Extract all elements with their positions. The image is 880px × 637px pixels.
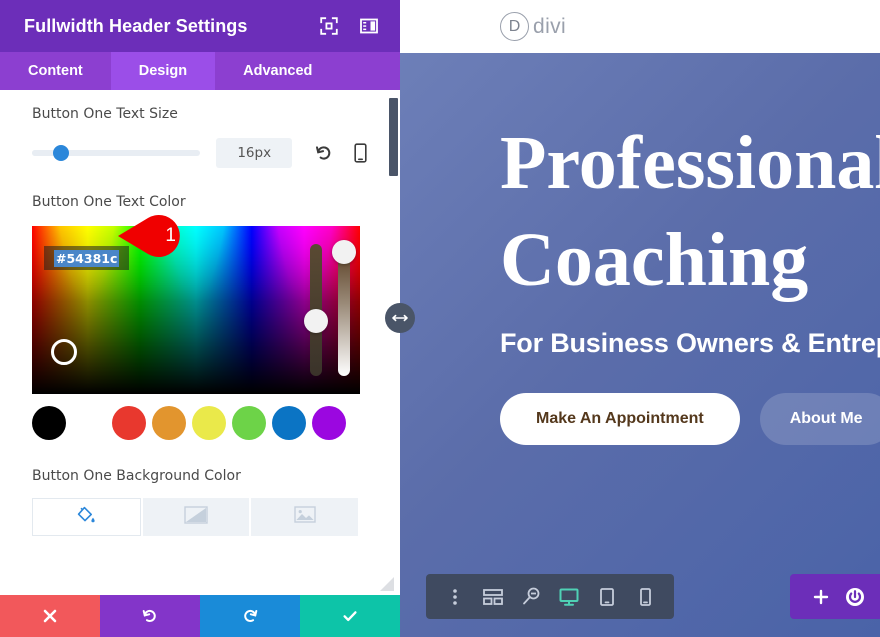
bgtab-gradient[interactable] (142, 498, 250, 536)
paint-bucket-icon (76, 505, 96, 530)
slider-thumb[interactable] (52, 145, 69, 161)
panel-tabs: Content Design Advanced (0, 52, 400, 90)
tab-content[interactable]: Content (0, 52, 111, 90)
hex-color-value: #54381c (54, 249, 120, 267)
hex-color-input[interactable]: #54381c (44, 246, 130, 270)
panel-resize-drag-handle[interactable] (385, 303, 415, 333)
color-picker-cursor[interactable] (51, 339, 77, 365)
cancel-button[interactable] (0, 595, 100, 637)
swatch-orange[interactable] (152, 406, 186, 440)
add-section-icon[interactable] (804, 574, 838, 619)
mobile-icon[interactable] (354, 143, 368, 163)
text-size-slider[interactable] (32, 145, 201, 161)
divi-mark-icon: D (500, 12, 529, 41)
hero-title-line-1: Professional (500, 121, 880, 205)
panel-scrollbar-thumb[interactable] (389, 98, 398, 176)
image-icon (293, 506, 316, 528)
panel-body: Button One Text Size 16px Button One Tex… (0, 90, 400, 595)
color-hue-slider[interactable] (304, 244, 328, 376)
field-button-one-background-color: Button One Background Color (0, 468, 400, 484)
swatch-white[interactable] (72, 406, 106, 440)
color-alpha-slider[interactable] (332, 239, 356, 376)
save-button[interactable] (300, 595, 400, 637)
color-picker-canvas[interactable]: #54381c (32, 226, 360, 394)
divi-logo[interactable]: D divi (500, 12, 566, 41)
phone-view-icon[interactable] (626, 574, 664, 619)
wireframe-view-icon[interactable] (474, 574, 512, 619)
divi-builder-screen: D divi Professional Coaching For Busines… (0, 0, 880, 637)
gradient-icon (184, 505, 208, 529)
bgtab-solid[interactable] (32, 498, 141, 536)
field-label-text-color: Button One Text Color (32, 194, 186, 210)
hero-section[interactable]: Professional Coaching For Business Owner… (400, 53, 880, 637)
tab-design[interactable]: Design (110, 52, 216, 90)
about-me-button[interactable]: About Me (759, 393, 880, 446)
tab-advanced[interactable]: Advanced (215, 52, 341, 90)
panel-header-icons (320, 17, 384, 35)
site-topbar: D divi (400, 0, 880, 53)
panel-header: Fullwidth Header Settings (0, 0, 400, 52)
swatch-green[interactable] (232, 406, 266, 440)
swatch-blue[interactable] (272, 406, 306, 440)
panel-layout-icon[interactable] (360, 17, 378, 35)
field-button-one-text-color: Button One Text Color (0, 194, 400, 210)
site-preview: D divi Professional Coaching For Busines… (400, 0, 880, 637)
resize-corner-handle[interactable] (380, 577, 394, 591)
field-label-text-size: Button One Text Size (32, 106, 178, 122)
bgtab-image[interactable] (251, 498, 359, 536)
swatch-black[interactable] (32, 406, 66, 440)
builder-view-toolbar (426, 574, 674, 619)
fullwidth-header-settings-panel: Fullwidth Header Settings Content Design… (0, 0, 400, 637)
text-size-input[interactable]: 16px (216, 138, 293, 168)
builder-right-toolbar (790, 574, 880, 619)
focus-target-icon[interactable] (320, 17, 338, 35)
color-alpha-knob[interactable] (332, 239, 356, 264)
text-size-slider-row: 16px (32, 138, 368, 168)
more-options-icon[interactable] (436, 574, 474, 619)
desktop-view-icon[interactable] (550, 574, 588, 619)
swatch-yellow[interactable] (192, 406, 226, 440)
hero-subtitle: For Business Owners & Entrepreneurs (500, 328, 880, 359)
power-toggle-icon[interactable] (838, 574, 872, 619)
hero-buttons: Make An Appointment About Me (500, 393, 880, 446)
redo-button[interactable] (200, 595, 300, 637)
tablet-view-icon[interactable] (588, 574, 626, 619)
panel-action-bar (0, 595, 400, 637)
divi-logo-text: divi (533, 14, 567, 38)
reset-icon[interactable] (314, 143, 334, 163)
undo-button[interactable] (100, 595, 200, 637)
swatch-red[interactable] (112, 406, 146, 440)
background-type-tabs (32, 498, 360, 536)
make-appointment-button[interactable]: Make An Appointment (500, 393, 740, 446)
field-label-background-color: Button One Background Color (32, 468, 241, 484)
zoom-out-view-icon[interactable] (512, 574, 550, 619)
hero-title-line-2: Coaching (500, 217, 809, 302)
field-button-one-text-size: Button One Text Size 16px (0, 106, 400, 168)
color-hue-knob[interactable] (304, 308, 328, 333)
swatch-purple[interactable] (312, 406, 346, 440)
color-swatches (32, 406, 368, 440)
page-title: Fullwidth Header Settings (24, 15, 248, 36)
